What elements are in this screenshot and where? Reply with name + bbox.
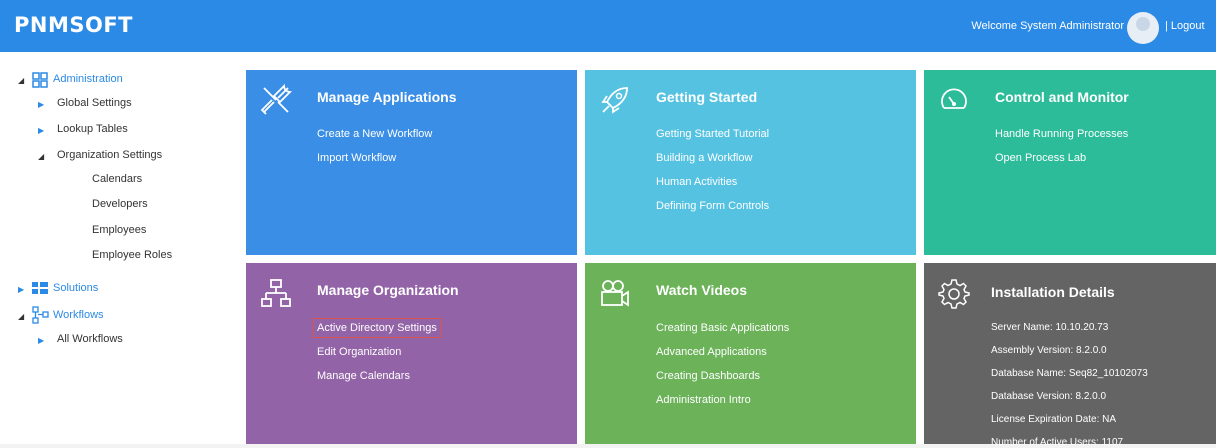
administration-grid-icon: [32, 72, 48, 88]
video-camera-icon: [601, 280, 629, 307]
assembly-version: Assembly Version: 8.2.0.0: [991, 345, 1107, 356]
sidebar-item-all-workflows[interactable]: All Workflows: [57, 333, 123, 345]
active-users: Number of Active Users: 1107: [991, 437, 1124, 448]
open-process-lab-link[interactable]: Open Process Lab: [995, 152, 1086, 164]
collapse-arrow-icon[interactable]: ◢: [18, 312, 24, 321]
expand-arrow-icon[interactable]: ▶: [38, 126, 44, 135]
tools-icon: [260, 84, 292, 115]
tile-getting-started: Getting Started Getting Started Tutorial…: [585, 70, 916, 255]
building-workflow-link[interactable]: Building a Workflow: [656, 152, 752, 164]
tile-title: Watch Videos: [656, 282, 748, 298]
administration-intro-link[interactable]: Administration Intro: [656, 394, 751, 406]
expand-arrow-icon[interactable]: ▶: [38, 100, 44, 109]
defining-form-controls-link[interactable]: Defining Form Controls: [656, 200, 769, 212]
edit-organization-link[interactable]: Edit Organization: [317, 346, 401, 358]
sidebar-item-employee-roles[interactable]: Employee Roles: [92, 249, 172, 261]
sidebar-item-lookup-tables[interactable]: Lookup Tables: [57, 123, 128, 135]
logout-link[interactable]: | Logout: [1165, 20, 1205, 32]
welcome-text: Welcome System Administrator: [971, 20, 1124, 32]
rocket-icon: [601, 87, 628, 114]
advanced-applications-link[interactable]: Advanced Applications: [656, 346, 767, 358]
sidebar-item-administration[interactable]: Administration: [53, 73, 123, 85]
logo[interactable]: PNMSOFT: [14, 13, 133, 37]
license-expiration: License Expiration Date: NA: [991, 414, 1117, 425]
tile-title: Getting Started: [656, 89, 758, 105]
tile-title: Installation Details: [991, 284, 1115, 300]
top-bar: PNMSOFT Welcome System Administrator | L…: [0, 0, 1216, 52]
handle-running-processes-link[interactable]: Handle Running Processes: [995, 128, 1128, 140]
sidebar-item-calendars[interactable]: Calendars: [92, 173, 142, 185]
tile-title: Manage Applications: [317, 89, 457, 105]
human-activities-link[interactable]: Human Activities: [656, 176, 737, 188]
tile-title: Control and Monitor: [995, 89, 1129, 105]
manage-calendars-link[interactable]: Manage Calendars: [317, 370, 410, 382]
tile-title: Manage Organization: [317, 282, 459, 298]
sidebar-item-organization-settings[interactable]: Organization Settings: [57, 149, 162, 161]
creating-dashboards-link[interactable]: Creating Dashboards: [656, 370, 760, 382]
tile-control-monitor: Control and Monitor Handle Running Proce…: [924, 70, 1216, 255]
active-directory-settings-link[interactable]: Active Directory Settings: [313, 318, 441, 338]
database-version: Database Version: 8.2.0.0: [991, 391, 1107, 402]
sidebar-item-solutions[interactable]: Solutions: [53, 282, 98, 294]
sidebar-item-employees[interactable]: Employees: [92, 224, 146, 236]
server-name: Server Name: 10.10.20.73: [991, 322, 1109, 333]
sidebar-tree: ◢ Administration ▶ Global Settings ▶ Loo…: [0, 52, 227, 444]
sidebar-item-global-settings[interactable]: Global Settings: [57, 97, 132, 109]
tile-installation-details: Installation Details Server Name: 10.10.…: [924, 263, 1216, 448]
expand-arrow-icon[interactable]: ▶: [38, 336, 44, 345]
database-name: Database Name: Seq82_10102073: [991, 368, 1148, 379]
expand-arrow-icon[interactable]: ▶: [18, 285, 24, 294]
collapse-arrow-icon[interactable]: ◢: [38, 152, 44, 161]
sidebar-item-workflows[interactable]: Workflows: [53, 309, 104, 321]
create-workflow-link[interactable]: Create a New Workflow: [317, 128, 432, 140]
import-workflow-link[interactable]: Import Workflow: [317, 152, 396, 164]
tile-manage-applications: Manage Applications Create a New Workflo…: [246, 70, 577, 255]
org-chart-icon: [261, 279, 291, 307]
creating-basic-applications-link[interactable]: Creating Basic Applications: [656, 322, 789, 334]
solutions-icon: [32, 282, 48, 294]
dashboard: Manage Applications Create a New Workflo…: [226, 52, 1216, 448]
getting-started-tutorial-link[interactable]: Getting Started Tutorial: [656, 128, 769, 140]
gauge-icon: [941, 88, 967, 109]
tile-manage-organization: Manage Organization Active Directory Set…: [246, 263, 577, 444]
avatar[interactable]: [1127, 12, 1159, 44]
sidebar-item-developers[interactable]: Developers: [92, 198, 148, 210]
workflows-icon: [32, 306, 49, 324]
collapse-arrow-icon[interactable]: ◢: [18, 76, 24, 85]
tile-watch-videos: Watch Videos Creating Basic Applications…: [585, 263, 916, 444]
gear-icon: [938, 279, 970, 309]
